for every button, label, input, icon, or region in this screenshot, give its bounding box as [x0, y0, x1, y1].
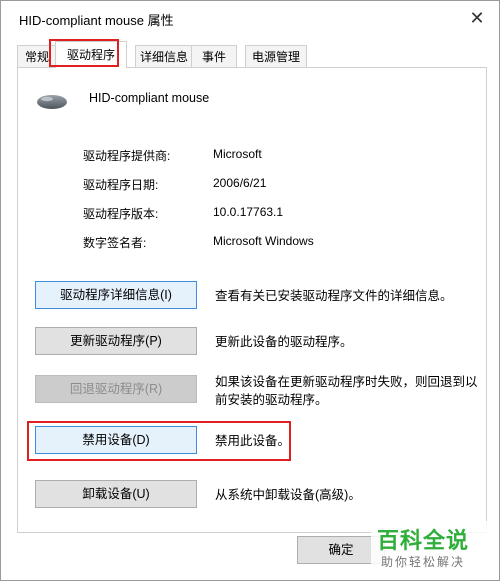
property-row: 驱动程序提供商: Microsoft [83, 147, 463, 176]
title-bar: HID-compliant mouse 属性 ✕ [1, 1, 499, 35]
property-value: Microsoft [213, 147, 262, 161]
device-name: HID-compliant mouse [89, 91, 210, 105]
property-row: 数字签名者: Microsoft Windows [83, 234, 463, 263]
driver-details-button[interactable]: 驱动程序详细信息(I) [35, 281, 197, 309]
tab-details[interactable]: 详细信息 [135, 45, 193, 68]
driver-properties: 驱动程序提供商: Microsoft 驱动程序日期: 2006/6/21 驱动程… [83, 147, 463, 263]
tab-power-management[interactable]: 电源管理 [245, 45, 307, 68]
driver-tab-highlight [49, 39, 119, 67]
property-value: 10.0.17763.1 [213, 205, 284, 219]
update-driver-button[interactable]: 更新驱动程序(P) [35, 327, 197, 355]
property-label: 数字签名者: [83, 236, 147, 250]
driver-details-description: 查看有关已安装驱动程序文件的详细信息。 [215, 289, 453, 303]
property-row: 驱动程序日期: 2006/6/21 [83, 176, 463, 205]
watermark-subtitle: 助你轻松解决 [381, 555, 466, 569]
properties-dialog: HID-compliant mouse 属性 ✕ 常规 驱动程序 详细信息 事件… [0, 0, 500, 581]
property-label: 驱动程序日期: [83, 178, 159, 192]
roll-back-driver-button[interactable]: 回退驱动程序(R) [35, 375, 197, 403]
property-row: 驱动程序版本: 10.0.17763.1 [83, 205, 463, 234]
property-value: Microsoft Windows [213, 234, 314, 248]
update-driver-description: 更新此设备的驱动程序。 [215, 335, 353, 349]
property-label: 驱动程序版本: [83, 207, 159, 221]
close-icon[interactable]: ✕ [465, 7, 489, 29]
uninstall-device-description: 从系统中卸载设备(高级)。 [215, 488, 361, 502]
watermark-logo: 百科全说 助你轻松解决 [371, 521, 499, 579]
property-value: 2006/6/21 [213, 176, 267, 190]
watermark-title: 百科全说 [377, 529, 470, 554]
tab-events[interactable]: 事件 [191, 45, 237, 68]
mouse-icon [37, 95, 67, 109]
roll-back-driver-description: 如果该设备在更新驱动程序时失败，则回退到以前安装的驱动程序。 [215, 375, 478, 407]
uninstall-device-button[interactable]: 卸载设备(U) [35, 480, 197, 508]
window-title: HID-compliant mouse 属性 [19, 13, 174, 28]
property-label: 驱动程序提供商: [83, 149, 171, 163]
disable-device-highlight [27, 421, 291, 461]
